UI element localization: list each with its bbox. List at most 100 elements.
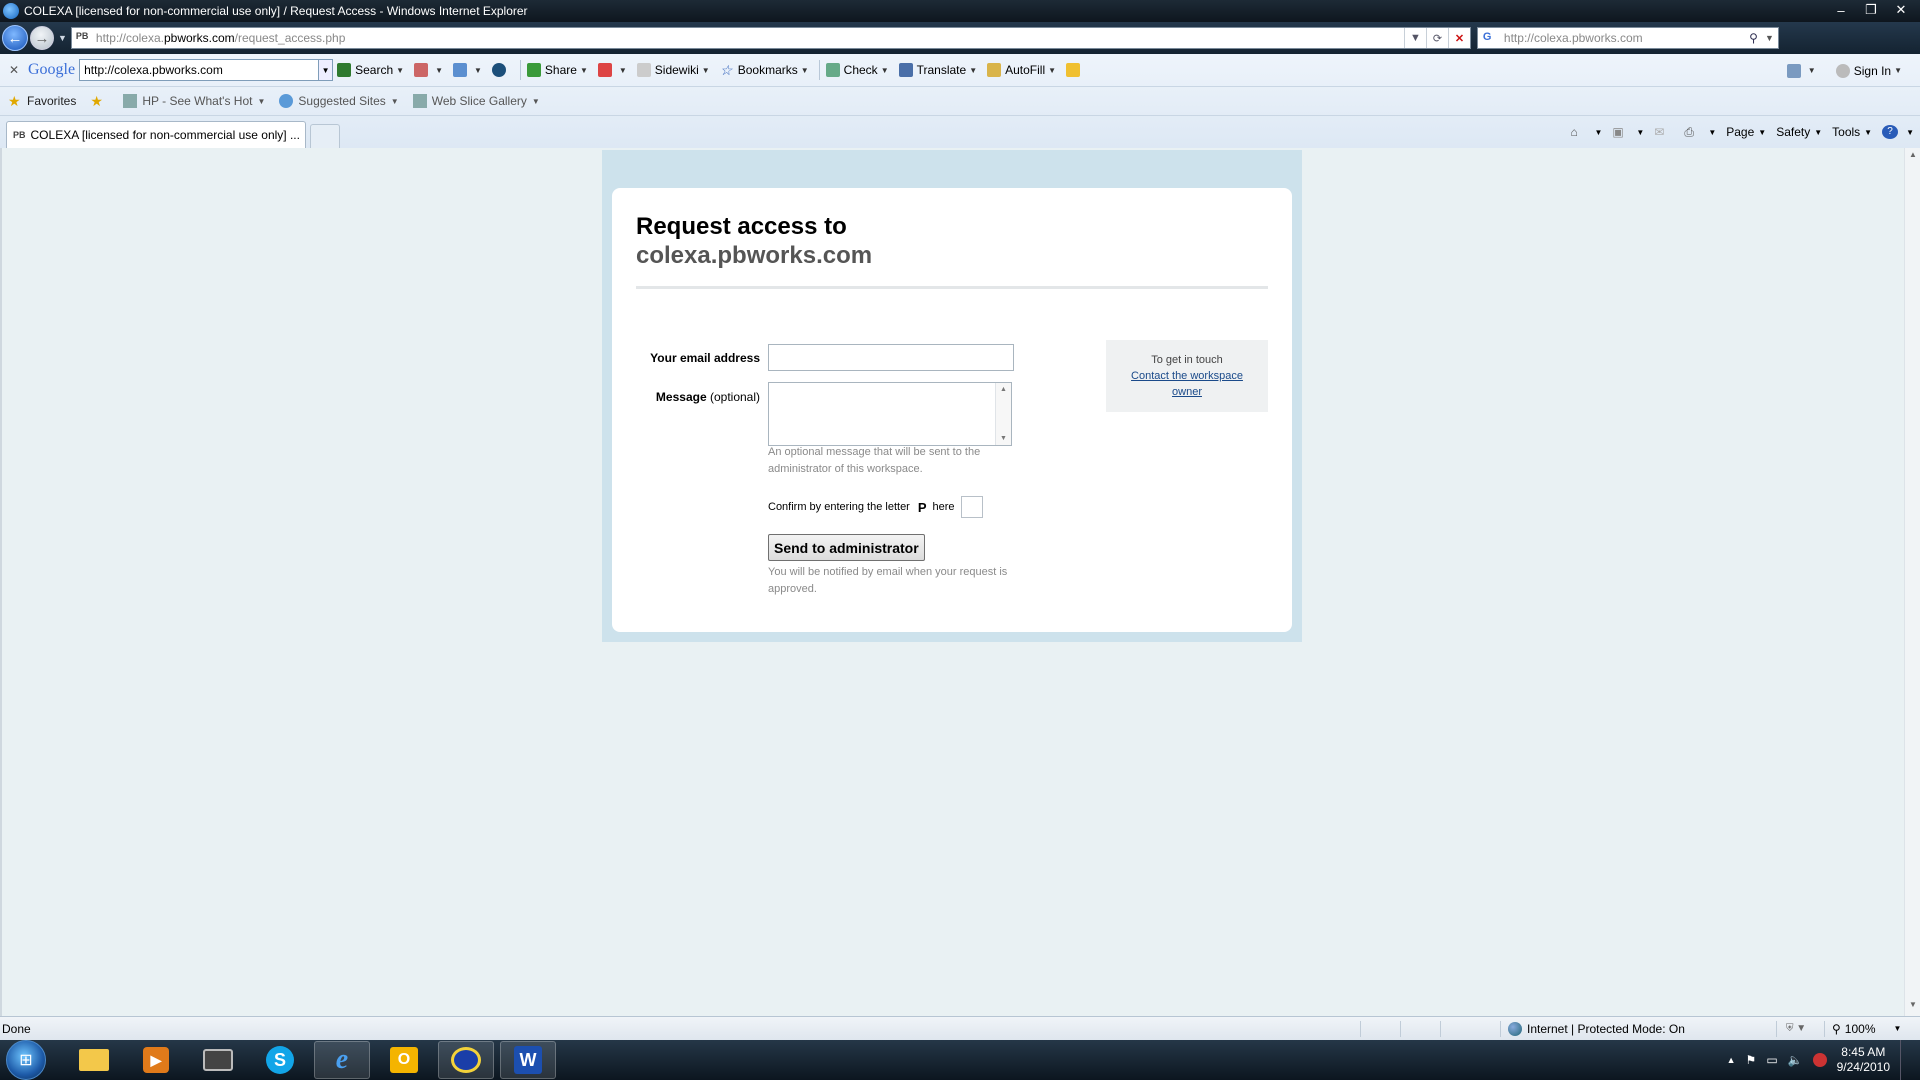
- forward-button[interactable]: →: [30, 26, 54, 50]
- site-favicon: PB: [75, 31, 89, 41]
- scroll-down-icon[interactable]: ▼: [1905, 1000, 1920, 1014]
- google-toolbar: ✕ Google http://colexa.pbworks.com ▼ Sea…: [0, 54, 1920, 87]
- help-button[interactable]: ? ▼: [1882, 125, 1914, 139]
- volume-icon[interactable]: 🔈: [1788, 1053, 1803, 1067]
- sidewiki-button[interactable]: Sidewiki ▼: [636, 63, 710, 77]
- read-mail-button[interactable]: ✉: [1654, 125, 1674, 139]
- autofill-icon: [987, 63, 1002, 77]
- scroll-up-icon[interactable]: ▲: [1905, 150, 1920, 164]
- network-icon[interactable]: ▭: [1766, 1053, 1777, 1067]
- pagerank-button[interactable]: [491, 63, 510, 77]
- camera-taskbar-icon[interactable]: [190, 1041, 246, 1079]
- feeds-button[interactable]: ▣ ▼: [1612, 125, 1644, 139]
- search-options-icon[interactable]: ▼: [1765, 33, 1774, 43]
- media-player-taskbar-icon[interactable]: ▶: [128, 1041, 184, 1079]
- wrench-button[interactable]: ▼: [1786, 63, 1816, 78]
- refresh-icon[interactable]: ⟳: [1425, 28, 1448, 48]
- history-dropdown-icon[interactable]: ▼: [58, 33, 67, 43]
- clock[interactable]: 8:45 AM 9/24/2010: [1837, 1045, 1890, 1075]
- antivirus-icon[interactable]: [1812, 1053, 1827, 1067]
- scroll-up-icon[interactable]: ▲: [996, 386, 1011, 393]
- explorer-taskbar-icon[interactable]: [66, 1041, 122, 1079]
- ie-taskbar-icon[interactable]: e: [314, 1041, 370, 1079]
- autofill-label: AutoFill: [1005, 63, 1046, 77]
- show-hidden-icons-icon[interactable]: ▲: [1727, 1055, 1736, 1065]
- google-search-button[interactable]: Search ▼: [337, 63, 404, 77]
- captcha-input[interactable]: [960, 496, 983, 518]
- plus-button[interactable]: ▼: [452, 63, 482, 77]
- restore-button[interactable]: ❐: [1858, 1, 1884, 19]
- page-menu[interactable]: Page ▼: [1726, 125, 1766, 139]
- scroll-down-icon[interactable]: ▼: [996, 435, 1011, 442]
- browser-search-box[interactable]: G http://colexa.pbworks.com ⚲ ▼: [1476, 27, 1779, 49]
- email-field[interactable]: [768, 344, 1014, 371]
- popup-blocker-button[interactable]: ▼: [597, 63, 627, 77]
- outlook-taskbar-icon[interactable]: O: [376, 1041, 432, 1079]
- zoom-control[interactable]: ⚲ 100% ▼: [1832, 1022, 1901, 1036]
- chevron-down-icon: ▼: [969, 65, 978, 75]
- status-divider: [1360, 1021, 1361, 1037]
- add-favorite-button[interactable]: ★: [90, 94, 109, 108]
- clock-date: 9/24/2010: [1836, 1060, 1890, 1074]
- url-prefix: http://colexa.: [95, 31, 164, 45]
- skype-taskbar-icon[interactable]: S: [252, 1041, 308, 1079]
- tools-menu[interactable]: Tools ▼: [1832, 125, 1872, 139]
- fav-link-hp[interactable]: HP - See What's Hot ▼: [123, 94, 265, 108]
- page-scrollbar[interactable]: ▲ ▼: [1904, 148, 1920, 1016]
- captcha-suffix: here: [932, 501, 955, 513]
- back-button[interactable]: ←: [2, 25, 28, 51]
- google-search-provider-icon: G: [1482, 31, 1492, 43]
- sign-in-button[interactable]: Sign In ▼: [1835, 63, 1902, 78]
- pencil-button[interactable]: [1066, 63, 1084, 77]
- highlight-button[interactable]: ▼: [414, 63, 443, 77]
- protected-mode-icon[interactable]: ⛨ ▼: [1786, 1023, 1806, 1034]
- share-button[interactable]: Share ▼: [526, 63, 588, 77]
- minimize-button[interactable]: –: [1828, 1, 1854, 19]
- translate-button[interactable]: Translate ▼: [898, 63, 978, 77]
- toolbar-separator: [519, 60, 521, 80]
- tab-row: PB COLEXA [licensed for non-commercial u…: [0, 116, 1920, 148]
- ie-page-icon: [279, 94, 294, 108]
- textarea-scrollbar[interactable]: ▲ ▼: [995, 383, 1011, 445]
- status-text: Done: [2, 1021, 31, 1036]
- fav-link-suggested-sites[interactable]: Suggested Sites ▼: [279, 94, 399, 108]
- search-icon[interactable]: ⚲: [1749, 31, 1758, 45]
- send-to-administrator-button[interactable]: Send to administrator: [768, 534, 925, 561]
- fav-link-web-slice-gallery[interactable]: Web Slice Gallery ▼: [412, 94, 540, 108]
- stop-icon[interactable]: ✕: [1447, 28, 1470, 48]
- new-tab-button[interactable]: [310, 124, 340, 148]
- contact-owner-link[interactable]: Contact the workspace owner: [1106, 368, 1268, 400]
- close-window-button[interactable]: ✕: [1888, 1, 1914, 19]
- folder-icon: [79, 1049, 109, 1071]
- spell-check-button[interactable]: Check ▼: [825, 63, 889, 77]
- print-button[interactable]: ⎙ ▼: [1684, 125, 1716, 139]
- app-taskbar-icon[interactable]: [438, 1041, 494, 1079]
- google-logo-text: Google: [28, 61, 76, 78]
- close-toolbar-icon[interactable]: ✕: [6, 63, 22, 77]
- start-button[interactable]: ⊞: [6, 1040, 46, 1080]
- workspace-domain: colexa.pbworks.com: [636, 242, 873, 269]
- bookmarks-button[interactable]: ☆ Bookmarks ▼: [720, 63, 809, 77]
- share-icon: [526, 63, 541, 77]
- message-hint: An optional message that will be sent to…: [768, 444, 980, 478]
- action-center-icon[interactable]: ⚑: [1746, 1053, 1757, 1067]
- google-input-dropdown-icon[interactable]: ▼: [319, 59, 334, 81]
- favorites-button[interactable]: ★ Favorites: [8, 94, 76, 108]
- autofill-button[interactable]: AutoFill ▼: [987, 63, 1056, 77]
- tab-colexa[interactable]: PB COLEXA [licensed for non-commercial u…: [6, 121, 306, 148]
- word-taskbar-icon[interactable]: W: [500, 1041, 556, 1079]
- security-zone[interactable]: Internet | Protected Mode: On: [1508, 1021, 1685, 1036]
- contact-title: To get in touch: [1151, 354, 1223, 366]
- home-button[interactable]: ⌂ ▼: [1570, 125, 1602, 139]
- address-dropdown-icon[interactable]: ▼: [1403, 28, 1426, 48]
- message-textarea[interactable]: ▲ ▼: [768, 382, 1012, 446]
- show-desktop-button[interactable]: [1900, 1040, 1910, 1080]
- safety-menu[interactable]: Safety ▼: [1776, 125, 1822, 139]
- captcha-prefix: Confirm by entering the letter: [768, 501, 910, 513]
- google-search-input[interactable]: http://colexa.pbworks.com: [79, 59, 320, 81]
- address-bar[interactable]: PB http://colexa. pbworks.com/request_acc…: [70, 27, 1471, 49]
- chevron-down-icon: ▼: [257, 96, 266, 106]
- favorites-bar: ★ Favorites ★ HP - See What's Hot ▼ Sugges…: [0, 87, 1920, 116]
- tab-title: COLEXA [licensed for non-commercial use …: [30, 128, 300, 142]
- url-path: /request_access.php: [234, 31, 346, 45]
